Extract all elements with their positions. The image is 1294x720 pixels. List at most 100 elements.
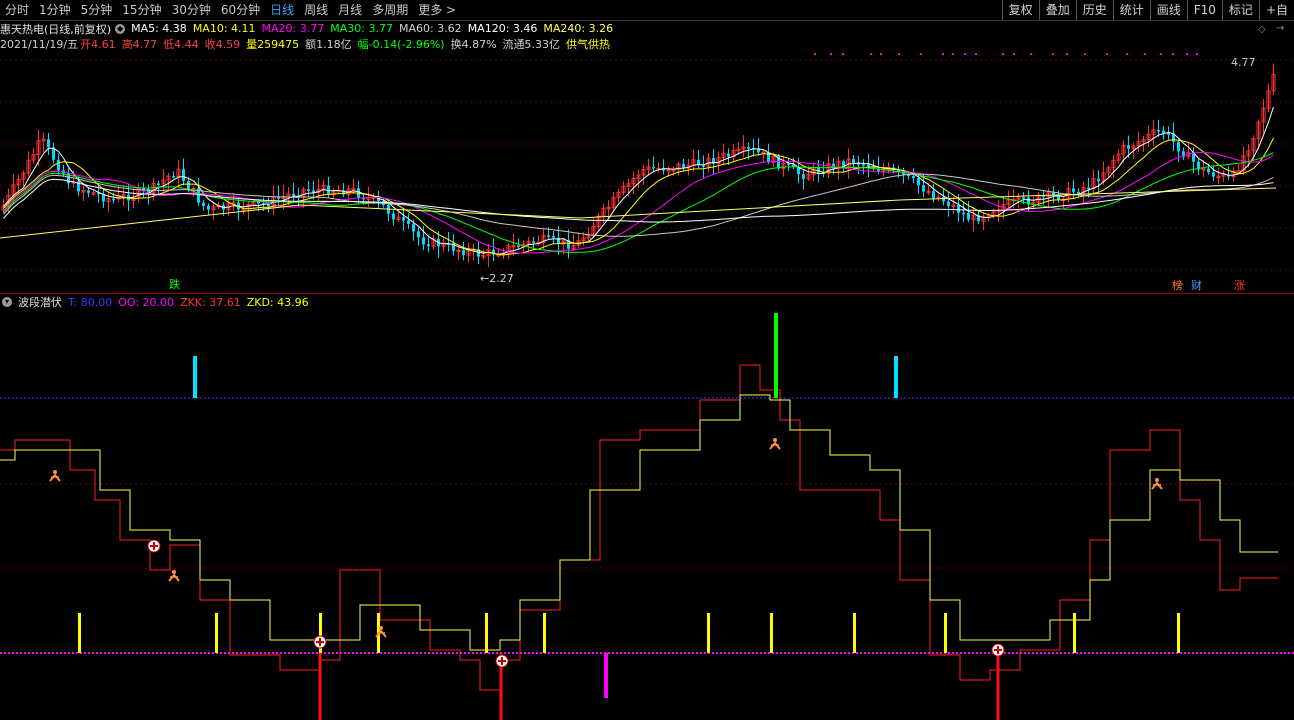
- candle-body: [957, 205, 960, 213]
- candle-body: [307, 189, 310, 191]
- top-dot-4: [880, 53, 882, 55]
- top-dot-21: [1172, 53, 1174, 55]
- top-dot-12: [1013, 53, 1015, 55]
- top-dot-11: [1002, 53, 1004, 55]
- candle-body: [862, 164, 865, 166]
- candle-body: [932, 191, 935, 199]
- yellow-signal-bar-7: [770, 613, 773, 653]
- candle-body: [652, 166, 655, 169]
- zkd-line: [0, 394, 1278, 651]
- top-dot-17: [1106, 53, 1108, 55]
- candle-body: [1127, 145, 1130, 149]
- top-dot-5: [898, 53, 900, 55]
- candle-body: [182, 169, 185, 181]
- top-dot-9: [964, 53, 966, 55]
- candle-body: [112, 198, 115, 201]
- candle-body: [1097, 178, 1100, 182]
- candle-body: [1072, 188, 1075, 192]
- top-dot-3: [870, 53, 872, 55]
- top-dot-14: [1052, 53, 1054, 55]
- yellow-signal-bar-8: [853, 613, 856, 653]
- top-dot-15: [1066, 53, 1068, 55]
- candle-body: [682, 164, 685, 169]
- candle-body: [417, 231, 420, 238]
- candle-body: [207, 205, 210, 210]
- candle-body: [1212, 172, 1215, 177]
- person-icon-body-0: [49, 473, 61, 482]
- top-dot-13: [1030, 53, 1032, 55]
- green-signal-bar: [774, 313, 778, 398]
- candle-body: [552, 236, 555, 238]
- magenta-signal-bar: [604, 653, 608, 698]
- cyan-signal-bar-0: [193, 356, 197, 398]
- top-dot-1: [830, 53, 832, 55]
- candle-body: [407, 220, 410, 224]
- candle-body: [852, 159, 855, 164]
- yellow-signal-bar-4: [485, 613, 488, 653]
- candle-body: [962, 212, 965, 215]
- zkk-line: [0, 364, 1278, 691]
- person-icon-head-1: [172, 570, 176, 574]
- candle-body: [532, 241, 535, 243]
- yellow-signal-bar-9: [944, 613, 947, 653]
- candle-body: [462, 250, 465, 256]
- candle-body: [1162, 130, 1165, 134]
- candle-body: [947, 201, 950, 207]
- top-dot-8: [952, 53, 954, 55]
- top-dot-18: [1126, 53, 1128, 55]
- person-icon-head-3: [773, 438, 777, 442]
- yellow-signal-bar-1: [215, 613, 218, 653]
- candle-body: [412, 223, 415, 232]
- top-dot-2: [842, 53, 844, 55]
- candle-body: [422, 237, 425, 245]
- indicator-series: [0, 313, 1278, 720]
- top-dot-6: [920, 53, 922, 55]
- candle-body: [1077, 191, 1080, 194]
- top-dot-10: [975, 53, 977, 55]
- yellow-signal-bar-11: [1177, 613, 1180, 653]
- candle-body: [922, 185, 925, 192]
- candle-body: [392, 213, 395, 220]
- candle-body: [57, 159, 60, 171]
- top-dot-22: [1186, 53, 1188, 55]
- red-signal-bar-0: [318, 653, 322, 720]
- candle-body: [157, 183, 160, 185]
- top-dot-20: [1160, 53, 1162, 55]
- candle-body: [1167, 133, 1170, 135]
- candle-body: [967, 212, 970, 220]
- candle-body: [47, 139, 50, 148]
- candle-body: [427, 244, 430, 247]
- yellow-signal-bar-5: [543, 613, 546, 653]
- top-dot-16: [1084, 53, 1086, 55]
- top-dot-19: [1144, 53, 1146, 55]
- chart-canvas[interactable]: [0, 0, 1294, 720]
- person-icon-body-1: [168, 573, 180, 582]
- candle-body: [1157, 129, 1160, 132]
- candle-body: [87, 190, 90, 193]
- person-icon-head-2: [379, 626, 383, 630]
- candle-body: [292, 194, 295, 196]
- person-icon-head-4: [1155, 478, 1159, 482]
- candle-body: [912, 175, 915, 179]
- yellow-signal-bar-0: [78, 613, 81, 653]
- candle-body: [802, 174, 805, 179]
- candle-body: [1087, 187, 1090, 190]
- candle-body: [747, 147, 750, 149]
- candle-body: [517, 245, 520, 247]
- moving-average-lines: [0, 53, 1277, 256]
- red-signal-bar-2: [996, 653, 1000, 720]
- person-icon-head-0: [53, 470, 57, 474]
- cyan-signal-bar-1: [894, 356, 898, 398]
- candle-body: [1022, 197, 1025, 199]
- candle-body: [202, 202, 205, 206]
- candle-body: [402, 217, 405, 221]
- candle-body: [187, 180, 190, 190]
- candle-body: [547, 235, 550, 237]
- candle-body: [1177, 141, 1180, 152]
- candle-body: [727, 153, 730, 157]
- candle-body: [917, 178, 920, 186]
- candle-body: [102, 194, 105, 202]
- candle-body: [942, 197, 945, 202]
- candle-body: [1207, 168, 1210, 173]
- top-dot-23: [1196, 53, 1198, 55]
